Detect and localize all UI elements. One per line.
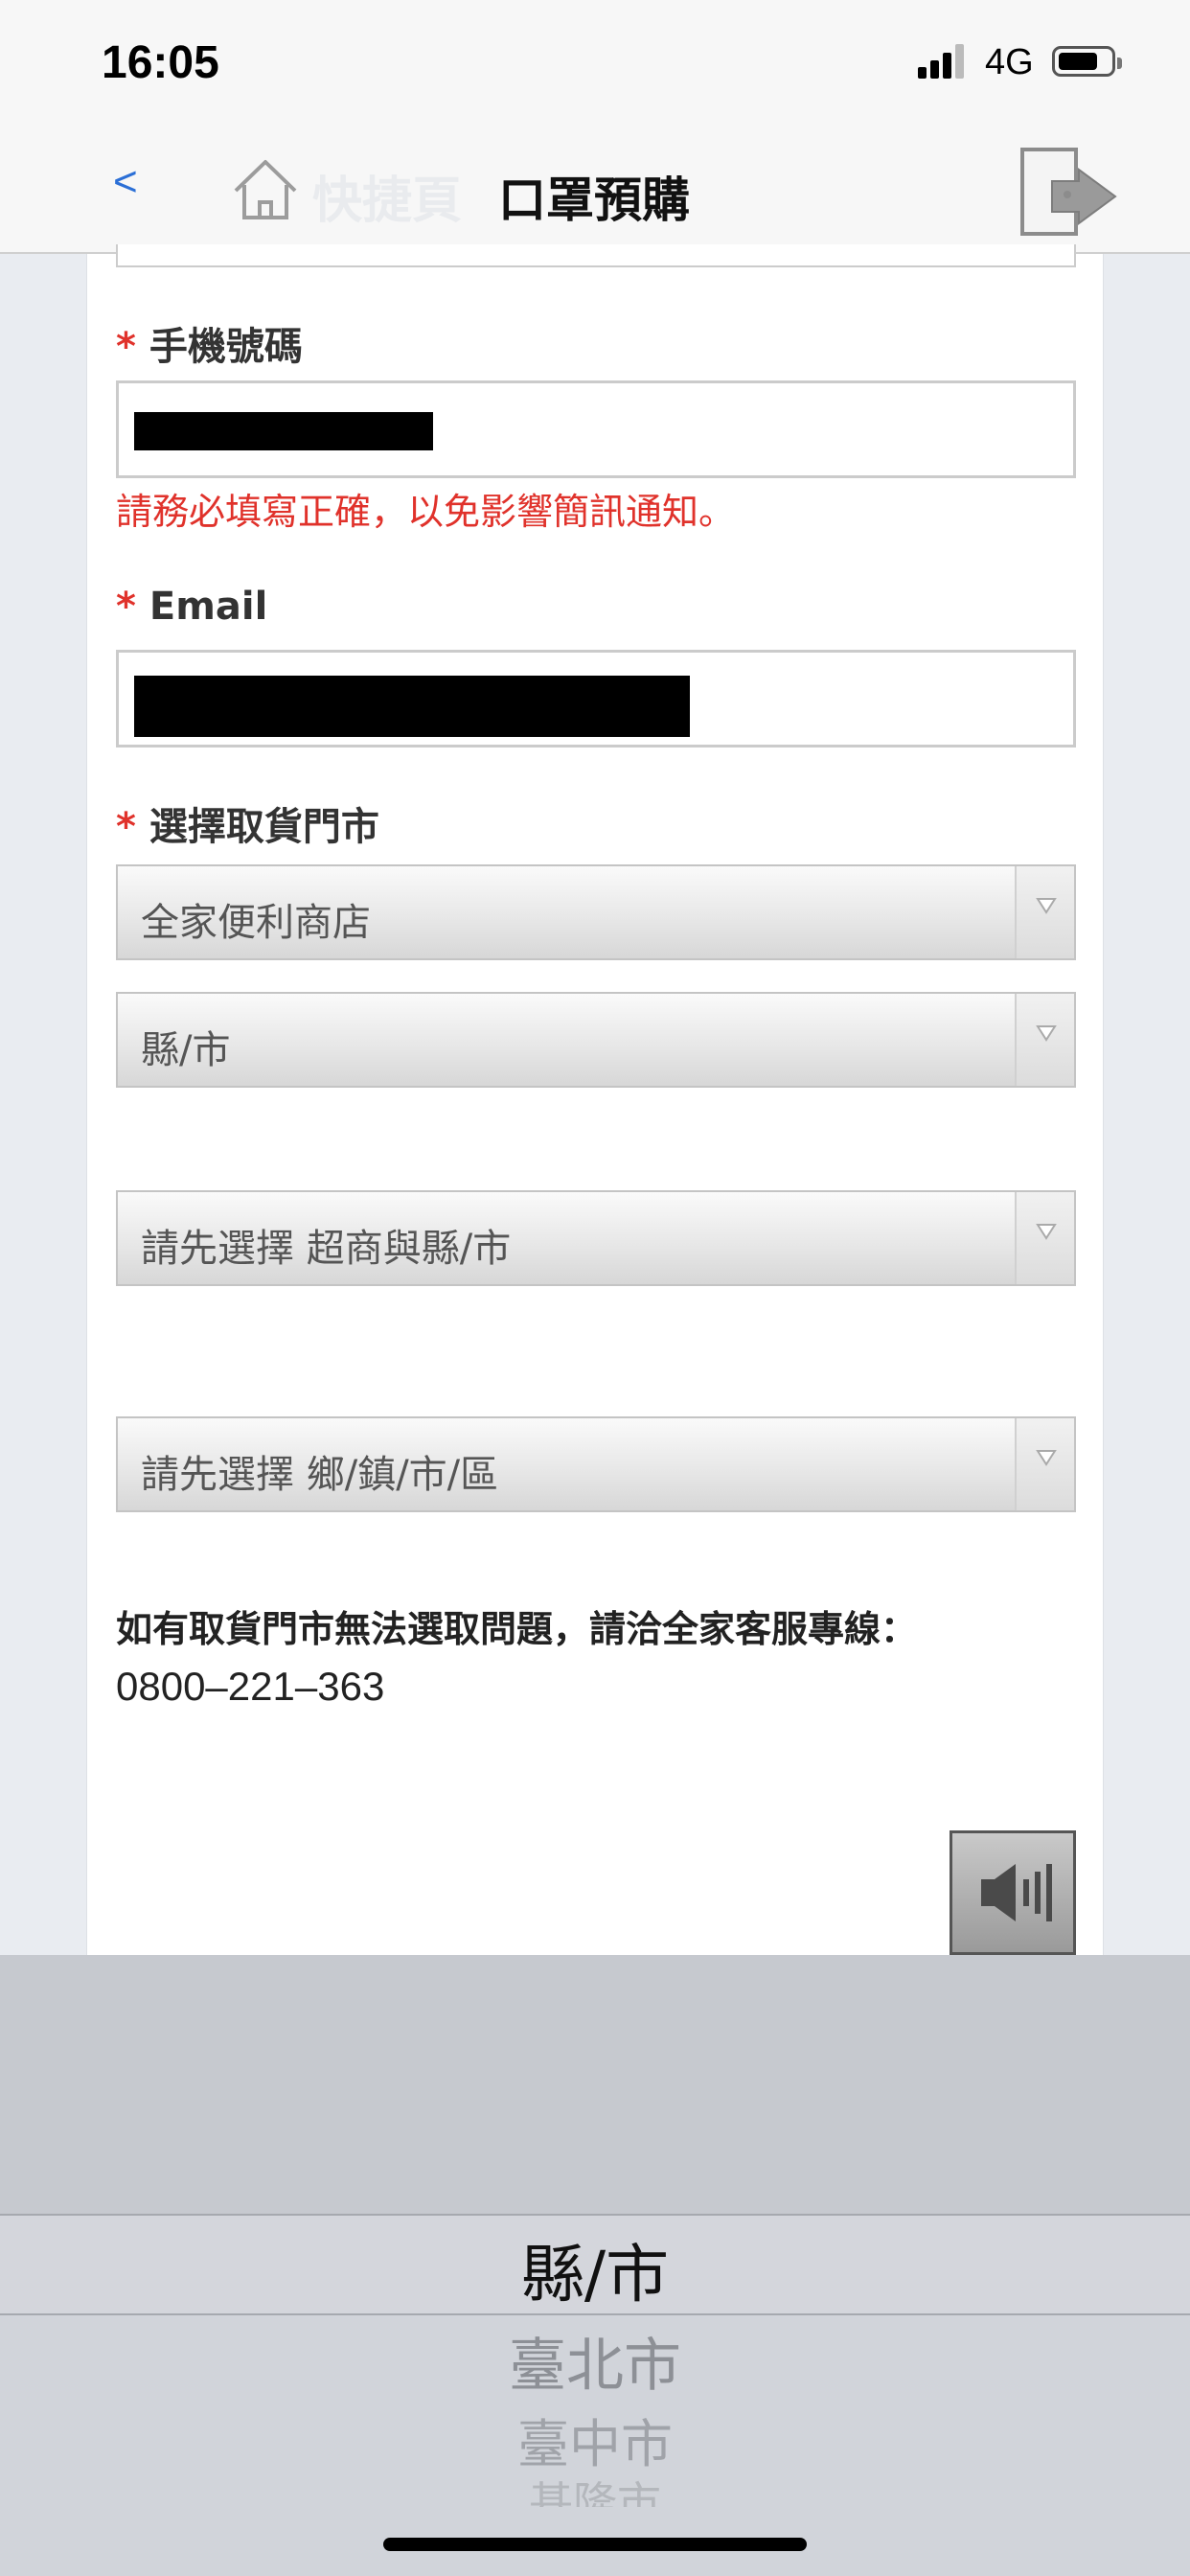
store-help-message: 如有取貨門市無法選取問題，請洽全家客服專線： [116, 1608, 918, 1650]
phone-label-text: 手機號碼 [149, 325, 303, 369]
chevron-down-icon [1015, 1192, 1074, 1284]
picker-option[interactable]: 臺北市 [0, 2319, 1190, 2403]
store-help-text: 如有取貨門市無法選取問題，請洽全家客服專線： 0800–221–363 [116, 1600, 1074, 1715]
store-label: * 選擇取貨門市 [116, 795, 379, 851]
picker-header-area [0, 1955, 1190, 2214]
email-label-text: Email [149, 585, 268, 629]
battery-icon [1052, 46, 1122, 77]
picker-option[interactable]: 臺中市 [0, 2402, 1190, 2477]
chain-select[interactable]: 全家便利商店 [116, 864, 1076, 960]
district-select[interactable]: 請先選擇 鄉/鎮/市/區 [116, 1416, 1076, 1512]
back-button[interactable]: < [113, 158, 138, 206]
required-mark: * [116, 585, 136, 629]
status-bar: 16:05 4G [0, 0, 1190, 129]
form-card: * 手機號碼 請務必填寫正確，以免影響簡訊通知。 * Email * 選擇取貨門市 全… [86, 244, 1104, 1955]
picker-wheel[interactable]: 縣/市 臺北市 臺中市 基隆市 [0, 1955, 1190, 2576]
chain-select-value: 全家便利商店 [141, 901, 371, 945]
speaker-icon [981, 1864, 1052, 1921]
exit-icon[interactable] [1019, 147, 1127, 239]
chevron-down-icon [1015, 994, 1074, 1086]
email-input[interactable] [116, 650, 1076, 748]
home-shortcut-label[interactable]: 快捷頁 [312, 160, 462, 232]
home-icon[interactable] [232, 158, 299, 221]
chevron-down-icon [1015, 866, 1074, 958]
nav-bar: < 快捷頁 口罩預購 [0, 129, 1190, 254]
email-label: * Email [116, 585, 267, 629]
redacted-value [134, 676, 690, 737]
required-mark: * [116, 805, 136, 849]
speaker-button[interactable] [950, 1830, 1076, 1955]
redacted-value [134, 412, 433, 450]
network-label: 4G [985, 42, 1034, 82]
city-select-value: 縣/市 [141, 1028, 231, 1072]
store-help-phone[interactable]: 0800–221–363 [116, 1658, 1074, 1715]
chevron-down-icon [1015, 1418, 1074, 1510]
page-title: 口罩預購 [498, 172, 690, 228]
status-time: 16:05 [102, 37, 219, 88]
city-select[interactable]: 縣/市 [116, 992, 1076, 1088]
phone-input[interactable] [116, 380, 1076, 478]
picker-option-selected[interactable]: 縣/市 [0, 2223, 1190, 2315]
home-indicator [383, 2538, 807, 2551]
phone-label: * 手機號碼 [116, 315, 303, 371]
store-select-value: 請先選擇 超商與縣/市 [141, 1227, 512, 1271]
phone-hint: 請務必填寫正確，以免影響簡訊通知。 [116, 491, 736, 533]
signal-icon [918, 44, 968, 79]
picker-option[interactable]: 基隆市 [0, 2469, 1190, 2507]
previous-field-edge[interactable] [116, 244, 1076, 267]
store-select[interactable]: 請先選擇 超商與縣/市 [116, 1190, 1076, 1286]
required-mark: * [116, 325, 136, 369]
district-select-value: 請先選擇 鄉/鎮/市/區 [141, 1453, 499, 1497]
store-label-text: 選擇取貨門市 [149, 805, 379, 849]
